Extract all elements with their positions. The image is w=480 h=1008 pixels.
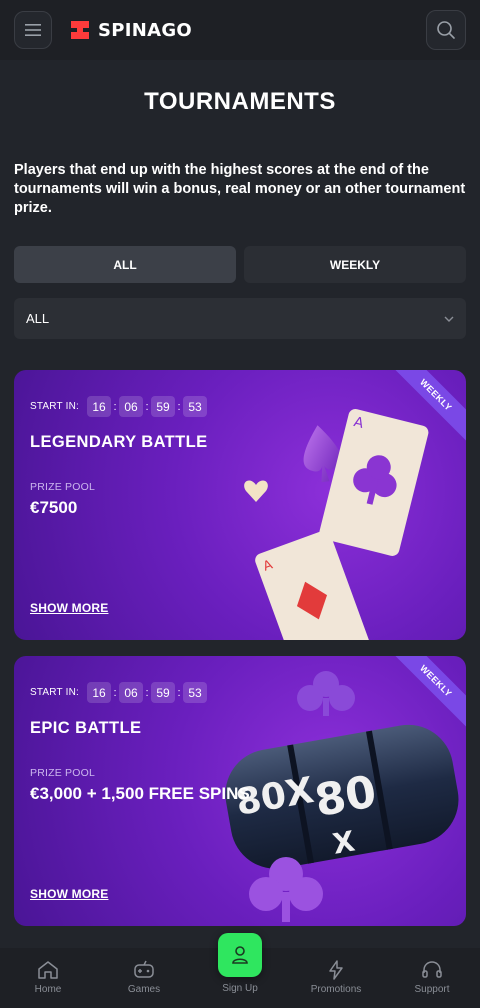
countdown-separator: : (145, 686, 149, 699)
intro-text: Players that end up with the highest sco… (14, 162, 466, 216)
logo-text: SPINAGO (98, 19, 193, 41)
show-more-link[interactable]: SHOW MORE (30, 601, 108, 615)
filter-select[interactable]: ALL (14, 298, 466, 339)
home-icon (38, 961, 58, 979)
nav-games-label: Games (127, 984, 161, 995)
search-icon (437, 21, 455, 39)
headset-icon (422, 961, 442, 978)
gamepad-icon (134, 960, 154, 978)
nav-signup-label: Sign Up (222, 983, 258, 994)
countdown-separator: : (177, 400, 181, 413)
prize-pool-label: PRIZE POOL (30, 481, 96, 493)
hamburger-icon (25, 24, 41, 36)
nav-support[interactable]: Support (384, 948, 480, 1008)
nav-promotions-label: Promotions (310, 984, 362, 995)
lightning-icon (329, 960, 343, 980)
tournament-tabs: ALL WEEKLY (14, 246, 466, 283)
start-label: START IN: (30, 401, 80, 412)
countdown-minutes: 59 (151, 396, 176, 417)
tournament-title: EPIC BATTLE (30, 719, 142, 737)
menu-button[interactable] (14, 11, 52, 49)
filter-select-value: ALL (26, 311, 50, 326)
nav-promotions[interactable]: Promotions (288, 948, 384, 1008)
nav-signup[interactable]: Sign Up (192, 933, 288, 1008)
start-label: START IN: (30, 687, 80, 698)
prize-pool-value: €7500 (30, 498, 78, 517)
spinago-logo-icon (71, 21, 89, 39)
nav-games[interactable]: Games (96, 948, 192, 1008)
countdown-days: 16 (87, 396, 112, 417)
search-button[interactable] (426, 10, 466, 50)
tab-all[interactable]: ALL (14, 246, 236, 283)
countdown: START IN: 16 : 06 : 59 : 53 (30, 396, 208, 417)
tab-weekly[interactable]: WEEKLY (244, 246, 466, 283)
countdown-separator: : (113, 686, 117, 699)
prize-pool-label: PRIZE POOL (30, 767, 96, 779)
countdown-seconds: 53 (183, 396, 208, 417)
tournament-card-legendary-battle[interactable]: A A WEEKLY START IN: 16 : 06 : 59 : 53 L… (14, 370, 466, 640)
svg-text:80: 80 (311, 766, 380, 827)
countdown-hours: 06 (119, 396, 144, 417)
page-title: TOURNAMENTS (144, 88, 336, 115)
show-more-link[interactable]: SHOW MORE (30, 887, 108, 901)
playing-cards-art: A A (244, 409, 429, 640)
tournament-card-epic-battle[interactable]: 80X 80 X WEEKLY START IN: 16 : 06 : 59 :… (14, 656, 466, 926)
logo[interactable]: SPINAGO (68, 18, 192, 42)
tournament-title: LEGENDARY BATTLE (30, 433, 208, 451)
countdown-hours: 06 (119, 682, 144, 703)
nav-home[interactable]: Home (0, 948, 96, 1008)
countdown-days: 16 (87, 682, 112, 703)
prize-pool-value: €3,000 + 1,500 FREE SPINS (30, 784, 250, 803)
countdown: START IN: 16 : 06 : 59 : 53 (30, 682, 208, 703)
signup-button[interactable] (218, 933, 262, 977)
countdown-separator: : (145, 400, 149, 413)
nav-home-label: Home (34, 984, 62, 995)
countdown-minutes: 59 (151, 682, 176, 703)
top-header: SPINAGO (0, 0, 480, 60)
countdown-separator: : (113, 400, 117, 413)
nav-support-label: Support (414, 984, 450, 995)
user-icon (232, 946, 248, 964)
chevron-down-icon (444, 316, 454, 322)
countdown-seconds: 53 (183, 682, 208, 703)
countdown-separator: : (177, 686, 181, 699)
bottom-nav: Home Games Sign Up Promotions Support (0, 933, 480, 1008)
